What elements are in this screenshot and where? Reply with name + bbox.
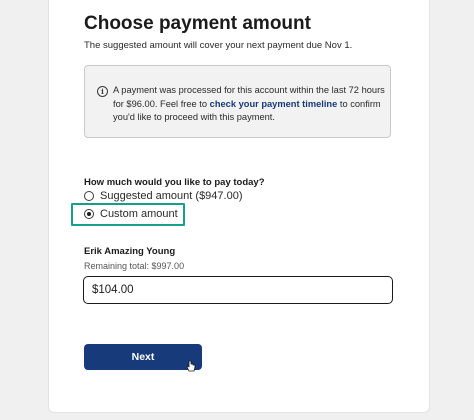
page: Choose payment amount The suggested amou… (0, 0, 474, 420)
suggested-amount-option[interactable]: Suggested amount ($947.00) (84, 190, 243, 202)
payment-timeline-link[interactable]: check your payment timeline (210, 99, 338, 109)
page-title: Choose payment amount (84, 13, 311, 34)
page-subtitle: The suggested amount will cover your nex… (84, 40, 353, 51)
custom-amount-label: Custom amount (100, 208, 178, 220)
next-button[interactable]: Next (84, 344, 202, 370)
notice-text: A payment was processed for this account… (113, 84, 385, 125)
remaining-total: Remaining total: $997.00 (84, 261, 185, 271)
payment-question: How much would you like to pay today? (84, 177, 265, 188)
payer-name: Erik Amazing Young (84, 246, 176, 257)
hand-cursor-icon (186, 360, 196, 372)
custom-amount-input[interactable] (83, 276, 393, 304)
custom-amount-radio[interactable] (84, 209, 94, 219)
suggested-amount-radio[interactable] (84, 191, 94, 201)
info-icon: i (97, 86, 108, 97)
custom-amount-option[interactable]: Custom amount (84, 208, 178, 220)
payment-notice: i A payment was processed for this accou… (84, 65, 391, 138)
suggested-amount-label: Suggested amount ($947.00) (100, 190, 243, 202)
